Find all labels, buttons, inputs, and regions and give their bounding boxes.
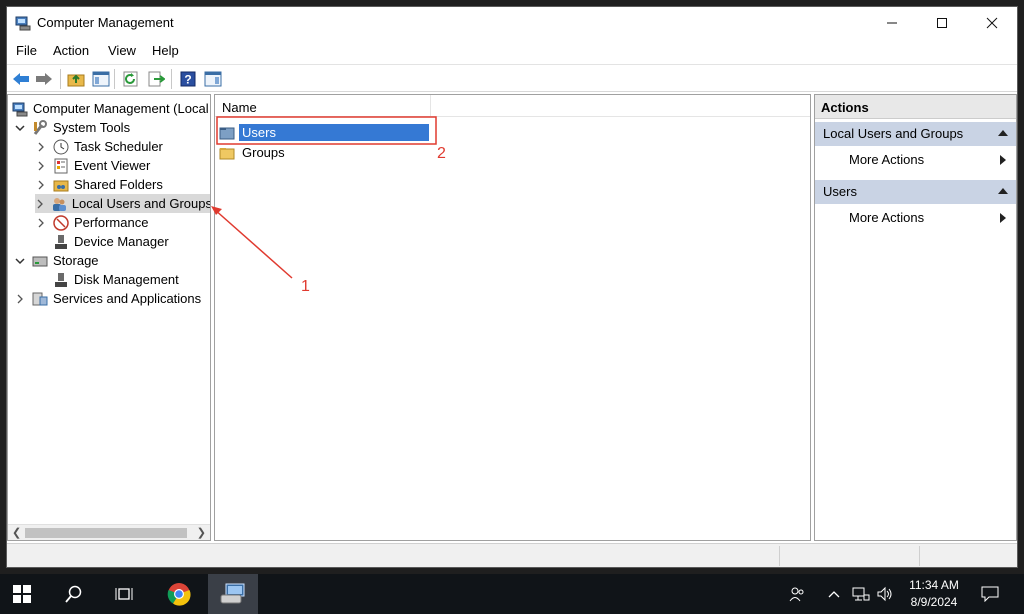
console-tree: Computer Management (Local System Tools … <box>7 94 211 541</box>
annotation-label-1: 1 <box>301 278 310 295</box>
event-viewer-icon <box>53 158 69 174</box>
submenu-arrow-icon <box>1000 213 1006 223</box>
people-icon[interactable] <box>786 574 808 614</box>
disk-icon <box>53 272 69 288</box>
folder-icon <box>219 145 235 161</box>
menu-action[interactable]: Action <box>53 43 89 58</box>
back-icon[interactable] <box>11 69 31 89</box>
list-item-users[interactable]: Users <box>219 123 429 142</box>
collapse-up-icon[interactable] <box>998 188 1008 194</box>
computer-management-icon <box>15 15 31 31</box>
search-icon[interactable] <box>52 574 96 614</box>
close-button[interactable] <box>969 7 1015 39</box>
actions-pane: Actions Local Users and Groups More Acti… <box>814 94 1017 541</box>
menu-help[interactable]: Help <box>152 43 179 58</box>
tree-item-system-tools[interactable]: System Tools <box>14 118 130 137</box>
tree-item-device-manager[interactable]: Device Manager <box>53 232 169 251</box>
chevron-right-icon[interactable] <box>35 142 47 152</box>
refresh-icon[interactable] <box>121 69 141 89</box>
services-icon <box>32 291 48 307</box>
collapse-up-icon[interactable] <box>998 130 1008 136</box>
scroll-left-icon[interactable]: ❮ <box>12 526 21 539</box>
minimize-button[interactable] <box>869 7 915 39</box>
actions-title: Actions <box>815 95 1016 119</box>
tree-item-event-viewer[interactable]: Event Viewer <box>35 156 150 175</box>
tree-item-task-scheduler[interactable]: Task Scheduler <box>35 137 163 156</box>
list-header: Name <box>215 95 810 117</box>
tree-item-disk-management[interactable]: Disk Management <box>53 270 179 289</box>
status-bar <box>7 543 1017 567</box>
svg-text:?: ? <box>184 73 191 87</box>
tree-item-storage[interactable]: Storage <box>14 251 99 270</box>
clock-time: 11:34 AM <box>909 578 959 592</box>
task-view-icon[interactable] <box>103 574 147 614</box>
help-icon[interactable]: ? <box>178 69 198 89</box>
computer-management-icon[interactable] <box>208 574 258 614</box>
more-actions-users[interactable]: More Actions <box>815 205 1016 229</box>
title-bar: Computer Management <box>7 7 1017 39</box>
clock-date: 8/9/2024 <box>910 595 958 609</box>
tree-root[interactable]: Computer Management (Local <box>12 99 209 118</box>
clock-icon <box>53 139 69 155</box>
chevron-right-icon[interactable] <box>14 294 26 304</box>
menu-file[interactable]: File <box>16 43 37 58</box>
tools-icon <box>32 119 48 136</box>
chevron-right-icon[interactable] <box>35 161 47 171</box>
scrollbar-thumb[interactable] <box>25 528 187 538</box>
windows-start-icon[interactable] <box>0 574 44 614</box>
actions-group-users[interactable]: Users <box>815 180 1016 204</box>
tree-horizontal-scrollbar[interactable]: ❮ ❯ <box>8 524 210 540</box>
maximize-button[interactable] <box>919 7 965 39</box>
tree-item-shared-folders[interactable]: Shared Folders <box>35 175 163 194</box>
window-title: Computer Management <box>37 15 174 30</box>
users-icon <box>51 196 67 212</box>
computer-management-icon <box>12 101 28 117</box>
scroll-right-icon[interactable]: ❯ <box>197 526 206 539</box>
actions-group-local-users-and-groups[interactable]: Local Users and Groups <box>815 122 1016 146</box>
tree-item-local-users-and-groups[interactable]: Local Users and Groups <box>35 194 210 213</box>
tree-item-performance[interactable]: Performance <box>35 213 148 232</box>
taskbar: 11:34 AM 8/9/2024 <box>0 574 1024 614</box>
export-list-icon[interactable] <box>146 69 166 89</box>
chevron-right-icon[interactable] <box>35 180 47 190</box>
shared-folder-icon <box>53 177 69 193</box>
chevron-right-icon[interactable] <box>35 199 45 209</box>
results-pane: Name Users Groups <box>214 94 811 541</box>
menu-bar: File Action View Help <box>7 39 1017 63</box>
column-header-name[interactable]: Name <box>215 95 431 117</box>
folder-users-icon <box>219 125 235 141</box>
list-item-groups[interactable]: Groups <box>219 143 288 162</box>
system-clock[interactable]: 11:34 AM 8/9/2024 <box>898 577 970 611</box>
forward-icon[interactable] <box>34 69 54 89</box>
more-actions-local-users-and-groups[interactable]: More Actions <box>815 147 1016 171</box>
submenu-arrow-icon <box>1000 155 1006 165</box>
up-folder-icon[interactable] <box>66 69 86 89</box>
chevron-right-icon[interactable] <box>35 218 47 228</box>
storage-icon <box>32 253 48 269</box>
toolbar: ? <box>7 64 1017 92</box>
computer-management-window: Computer Management File Action View Hel… <box>6 6 1018 568</box>
network-icon[interactable] <box>850 574 872 614</box>
device-manager-icon <box>53 234 69 250</box>
menu-view[interactable]: View <box>108 43 136 58</box>
tree-item-services-and-applications[interactable]: Services and Applications <box>14 289 201 308</box>
annotation-label-2: 2 <box>437 145 446 162</box>
volume-icon[interactable] <box>874 574 896 614</box>
chevron-down-icon[interactable] <box>14 124 26 132</box>
show-hide-tree-icon[interactable] <box>91 69 111 89</box>
show-hide-action-pane-icon[interactable] <box>203 69 223 89</box>
chevron-up-icon[interactable] <box>826 574 842 614</box>
chevron-down-icon[interactable] <box>14 257 26 265</box>
chrome-icon[interactable] <box>157 574 201 614</box>
notification-icon[interactable] <box>978 574 1002 614</box>
performance-icon <box>53 214 69 231</box>
